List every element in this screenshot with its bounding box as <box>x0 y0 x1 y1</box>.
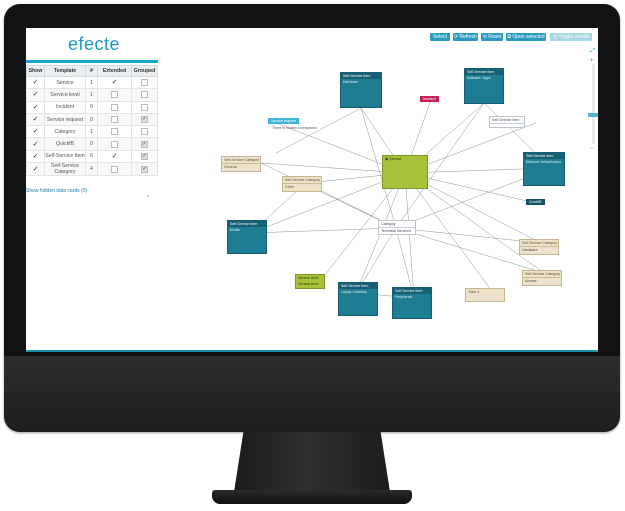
self-service-item-card[interactable]: Self-Service Item Hardware <box>340 72 382 108</box>
incident-node[interactable]: Incident <box>420 96 439 102</box>
ssc-title: Self-Service Category <box>523 272 561 278</box>
ssc-value: Access <box>525 279 537 283</box>
self-service-category-node[interactable]: Self-Service Category Other <box>282 176 322 192</box>
self-service-category-node[interactable]: Self-Service Category Access <box>522 270 562 286</box>
category-title: Category <box>379 221 415 228</box>
self-service-item-card[interactable]: Self-Service Item Mobile <box>227 220 267 254</box>
hidden-connections-note: There is hidden connections <box>272 126 317 130</box>
card-subtitle: Peripherals <box>395 295 413 299</box>
tiny-node[interactable]: Total: 1 <box>465 288 505 302</box>
category-value: Technical Services <box>381 229 411 233</box>
service-node[interactable]: ▣ Service <box>382 155 428 189</box>
ssc-value: Hardware <box>522 248 538 252</box>
card-subtitle: Network / Infrastructure <box>526 160 562 164</box>
self-service-item-card[interactable]: Self-Service Item Peripherals <box>392 287 432 319</box>
ssc-value: Other <box>285 185 294 189</box>
ssc-value: General <box>224 165 237 169</box>
service-request-node[interactable]: Service request <box>268 118 299 124</box>
card-subtitle: Mobile <box>230 228 240 232</box>
monitor-foot <box>212 490 412 504</box>
self-service-item-card[interactable]: Self-Service Item Network / Infrastructu… <box>523 152 565 186</box>
app-screen: efecte Show Template # Extended Grouped … <box>26 28 598 350</box>
service-icon: ▣ <box>385 157 389 161</box>
self-service-category-node[interactable]: Self-Service Category General <box>221 156 261 172</box>
service-title-label: Service <box>389 157 402 161</box>
self-service-item-node-small[interactable]: Self-Service Item <box>489 116 525 128</box>
service-level-value: Service level <box>298 282 319 286</box>
self-service-category-node[interactable]: Self-Service Category Hardware <box>519 239 559 255</box>
card-subtitle: Software / Apps <box>467 76 491 80</box>
small-card-title: Self-Service Item <box>490 117 524 124</box>
ssc-title: Self-Service Category <box>520 241 558 247</box>
ssc-title: Self-Service Category <box>283 178 321 184</box>
quickfb-node[interactable]: QuickfB <box>526 199 545 205</box>
monitor-chin <box>4 356 620 432</box>
ssc-title: Self-Service Category <box>222 158 260 164</box>
service-level-node[interactable]: Service level Service level <box>295 274 325 289</box>
self-service-item-card[interactable]: Self-Service Item Laptop / Desktop <box>338 282 378 316</box>
tiny-node-text: Total: 1 <box>468 290 480 294</box>
self-service-item-card[interactable]: Self-Service Item Software / Apps <box>464 68 504 104</box>
category-node[interactable]: Category Technical Services <box>378 220 416 235</box>
service-title: ▣ Service <box>383 156 427 162</box>
card-subtitle: Laptop / Desktop <box>341 290 367 294</box>
card-subtitle: Hardware <box>343 80 358 84</box>
monitor-stand <box>234 432 390 492</box>
